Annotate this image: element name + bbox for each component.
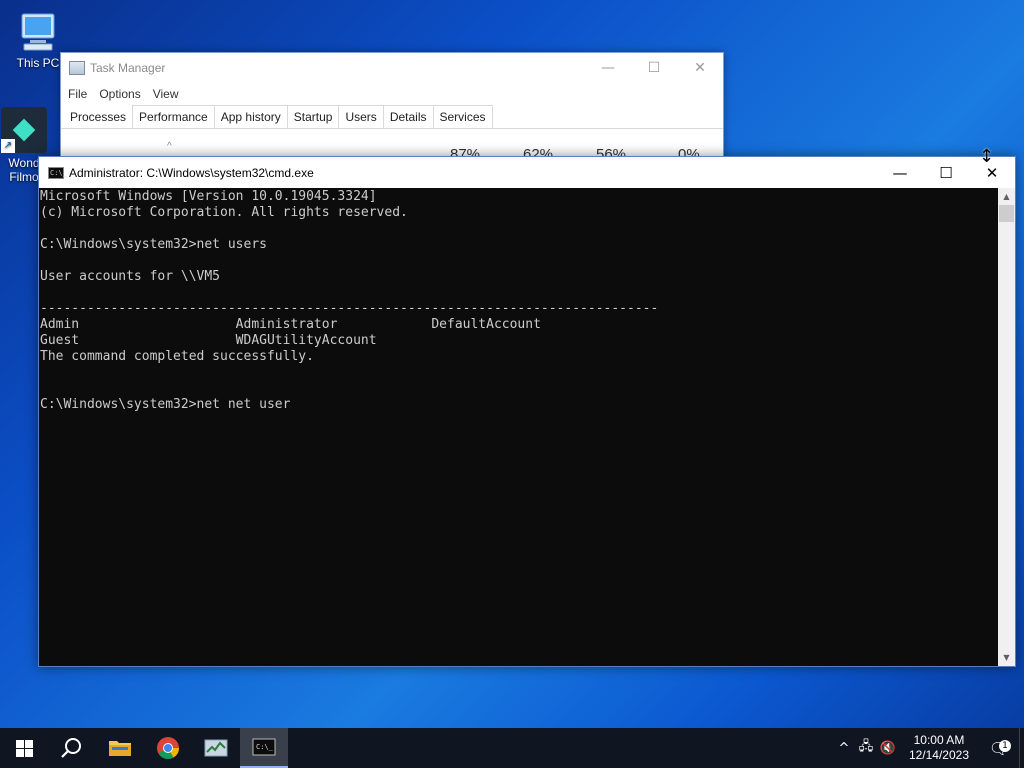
console-output[interactable]: Microsoft Windows [Version 10.0.19045.33… bbox=[39, 188, 998, 666]
tab-details[interactable]: Details bbox=[382, 105, 434, 128]
menu-file[interactable]: File bbox=[68, 87, 87, 101]
minimize-button[interactable]: — bbox=[585, 60, 631, 76]
maximize-button[interactable]: ☐ bbox=[631, 60, 677, 76]
folder-icon bbox=[109, 741, 131, 756]
task-manager-window[interactable]: Task Manager — ☐ ✕ File Options View Pro… bbox=[60, 52, 724, 163]
window-title: Administrator: C:\Windows\system32\cmd.e… bbox=[69, 165, 314, 180]
search-icon bbox=[61, 738, 81, 758]
search-button[interactable] bbox=[48, 728, 96, 768]
cmd-icon: C:\_ bbox=[48, 166, 67, 179]
clock-time: 10:00 AM bbox=[913, 733, 965, 747]
computer-icon bbox=[14, 10, 62, 54]
resize-cursor-icon: ↕ bbox=[979, 146, 995, 167]
console-line: (c) Microsoft Corporation. All rights re… bbox=[40, 205, 408, 220]
filmora-icon: ↗ bbox=[1, 107, 47, 153]
cmd-window[interactable]: C:\_ Administrator: C:\Windows\system32\… bbox=[38, 156, 1016, 667]
console-line: Admin Administrator DefaultAccount bbox=[40, 317, 541, 332]
action-center-button[interactable]: 🗨 1 bbox=[979, 739, 1019, 758]
tab-app-history[interactable]: App history bbox=[213, 105, 288, 128]
maximize-button[interactable]: ☐ bbox=[923, 164, 969, 182]
file-explorer-button[interactable] bbox=[96, 728, 144, 768]
clock[interactable]: 10:00 AM 12/14/2023 bbox=[899, 733, 979, 763]
close-button[interactable]: ✕ bbox=[677, 60, 723, 76]
tab-performance[interactable]: Performance bbox=[132, 105, 215, 128]
windows-logo-icon bbox=[15, 739, 33, 757]
clock-date: 12/14/2023 bbox=[908, 748, 969, 762]
sort-arrow-icon[interactable]: ^ bbox=[167, 141, 172, 152]
chrome-icon bbox=[157, 737, 179, 759]
console-line: C:\Windows\system32>net net user bbox=[40, 397, 291, 412]
task-manager-icon bbox=[69, 61, 85, 75]
console-line: C:\Windows\system32>net users bbox=[40, 237, 267, 252]
tab-services[interactable]: Services bbox=[432, 105, 493, 128]
desktop-icon-label: This PC bbox=[16, 56, 60, 70]
shortcut-arrow-icon: ↗ bbox=[1, 139, 15, 153]
menu-options[interactable]: Options bbox=[99, 87, 140, 101]
start-button[interactable] bbox=[0, 728, 48, 768]
taskbar: C:\_ ^ 🖧 🔇 10:00 AM 12/14/2023 🗨 1 bbox=[0, 728, 1024, 768]
tab-strip: Processes Performance App history Startu… bbox=[61, 105, 723, 129]
task-manager-button[interactable] bbox=[192, 728, 240, 768]
console-line: ----------------------------------------… bbox=[40, 301, 659, 316]
cmd-titlebar[interactable]: C:\_ Administrator: C:\Windows\system32\… bbox=[39, 157, 1015, 188]
chevron-up-icon[interactable]: ^ bbox=[833, 741, 855, 756]
cmd-button[interactable]: C:\_ bbox=[240, 728, 288, 768]
chrome-button[interactable] bbox=[144, 728, 192, 768]
scroll-down-icon[interactable]: ▼ bbox=[998, 649, 1015, 666]
console-line: Guest WDAGUtilityAccount bbox=[40, 333, 377, 348]
minimize-button[interactable]: — bbox=[877, 164, 923, 182]
volume-muted-icon[interactable]: 🔇 bbox=[877, 741, 899, 756]
system-tray: ^ 🖧 🔇 10:00 AM 12/14/2023 🗨 1 bbox=[833, 728, 1024, 768]
vertical-scrollbar[interactable]: ▲ ▼ bbox=[998, 188, 1015, 666]
window-title: Task Manager bbox=[90, 61, 166, 75]
network-icon[interactable]: 🖧 bbox=[855, 737, 877, 759]
menu-bar: File Options View bbox=[61, 83, 723, 105]
tab-users[interactable]: Users bbox=[338, 105, 384, 128]
svg-text:C:\_: C:\_ bbox=[256, 743, 274, 751]
task-manager-titlebar[interactable]: Task Manager — ☐ ✕ bbox=[61, 53, 723, 83]
scroll-thumb[interactable] bbox=[999, 205, 1014, 222]
notification-badge: 1 bbox=[999, 739, 1011, 752]
desktop-icon-this-pc[interactable]: This PC bbox=[8, 10, 68, 70]
cmd-icon: C:\_ bbox=[252, 738, 276, 756]
tab-processes[interactable]: Processes bbox=[63, 105, 134, 128]
console-line: The command completed successfully. bbox=[40, 349, 314, 364]
console-line: Microsoft Windows [Version 10.0.19045.33… bbox=[40, 189, 377, 204]
tab-startup[interactable]: Startup bbox=[286, 105, 340, 128]
console-line: User accounts for \\VM5 bbox=[40, 269, 221, 284]
scroll-up-icon[interactable]: ▲ bbox=[998, 188, 1015, 205]
task-manager-icon bbox=[204, 739, 228, 757]
menu-view[interactable]: View bbox=[153, 87, 179, 101]
show-desktop-button[interactable] bbox=[1019, 728, 1024, 768]
